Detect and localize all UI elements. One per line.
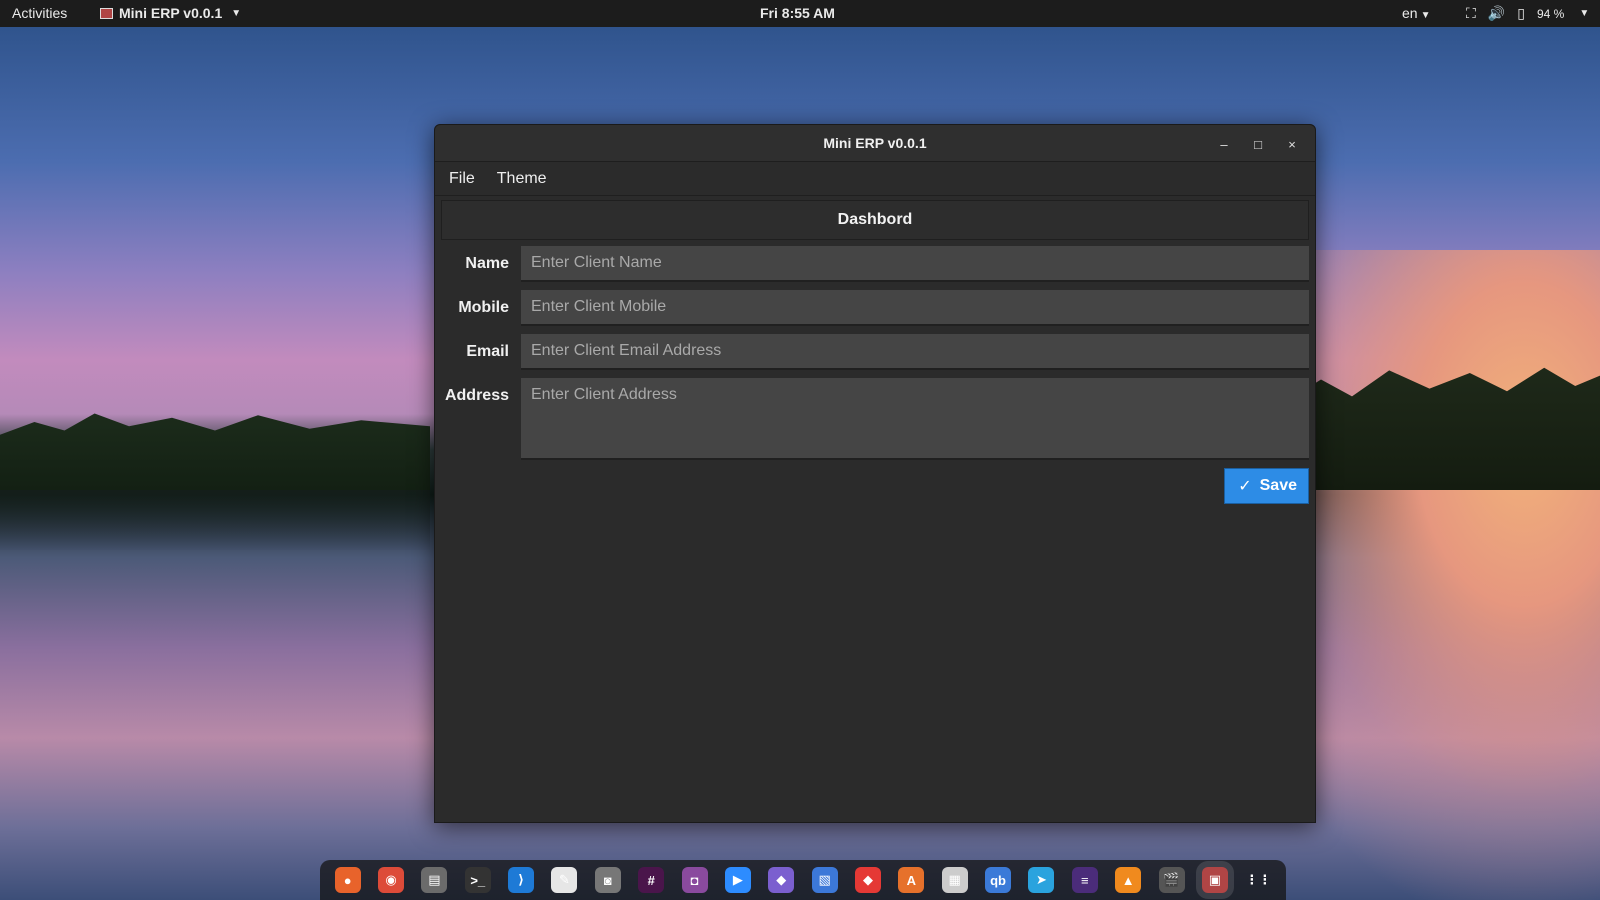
software-store-icon[interactable]: A xyxy=(898,867,925,893)
text-editor-icon[interactable]: ✎ xyxy=(551,867,578,893)
terminal-icon[interactable]: >_ xyxy=(464,867,491,893)
name-row: Name xyxy=(441,246,1309,282)
document-viewer-icon[interactable]: ▧ xyxy=(811,867,838,893)
zoom-icon[interactable]: ▶ xyxy=(724,867,751,893)
email-row: Email xyxy=(441,334,1309,370)
client-form: Name Mobile Email Address ✓ Save xyxy=(441,246,1309,504)
network-icon: ⛶ xyxy=(1466,5,1476,21)
mobile-label: Mobile xyxy=(458,299,509,316)
menu-file[interactable]: File xyxy=(449,170,475,188)
show-apps-icon[interactable]: ⋮⋮ xyxy=(1245,867,1271,893)
vscode-icon[interactable]: ⟩ xyxy=(508,867,535,893)
mini-erp-icon[interactable]: ▣ xyxy=(1195,861,1234,899)
page-title: Dashbord xyxy=(441,200,1309,240)
mini-erp-window: Mini ERP v0.0.1 – □ × File Theme Dashbor… xyxy=(434,124,1316,823)
slack-icon[interactable]: # xyxy=(638,867,665,893)
screenshot-icon[interactable]: ◙ xyxy=(594,867,621,893)
save-button-label: Save xyxy=(1259,477,1297,494)
window-title: Mini ERP v0.0.1 xyxy=(823,135,927,151)
window-titlebar[interactable]: Mini ERP v0.0.1 – □ × xyxy=(435,125,1315,162)
calculator-icon[interactable]: ▦ xyxy=(941,867,968,893)
wallpaper-water xyxy=(0,490,430,550)
chevron-down-icon: ▼ xyxy=(231,7,242,19)
name-label: Name xyxy=(465,255,509,272)
minimize-icon[interactable]: – xyxy=(1211,131,1237,157)
menu-theme[interactable]: Theme xyxy=(497,170,547,188)
gnome-top-bar: Activities Mini ERP v0.0.1 ▼ Fri 8:55 AM… xyxy=(0,0,1600,27)
activities-button[interactable]: Activities xyxy=(12,5,67,21)
dock: ● ◉ ▤ >_ ⟩ ✎ ◙ # ◘ ▶ ◆ ▧ ◆ A ▦ qb ➤ ≡ ▲ 🎬 ▣ ⋮⋮ xyxy=(320,860,1286,900)
system-tray[interactable]: ⛶ 🔊 ▯ 94 % ▼ xyxy=(1466,5,1589,22)
menu-bar: File Theme xyxy=(435,162,1315,196)
kdenlive-icon[interactable]: ≡ xyxy=(1071,867,1098,893)
mini-erp-app-icon xyxy=(100,7,113,19)
email-input[interactable] xyxy=(521,334,1309,370)
mobile-row: Mobile xyxy=(441,290,1309,326)
telegram-icon[interactable]: ➤ xyxy=(1028,867,1055,893)
anydesk-icon[interactable]: ◆ xyxy=(854,867,881,893)
volume-icon: 🔊 xyxy=(1487,5,1506,21)
main-content: Dashbord Name Mobile Email Address ✓ xyxy=(435,196,1315,504)
close-icon[interactable]: × xyxy=(1279,131,1305,157)
video-recorder-icon[interactable]: ◘ xyxy=(681,867,708,893)
chevron-down-icon: ▼ xyxy=(1420,10,1431,21)
firefox-icon[interactable]: ● xyxy=(334,867,361,893)
wallpaper-treeline-left xyxy=(0,413,430,490)
video-editor-icon[interactable]: 🎬 xyxy=(1158,867,1185,893)
battery-icon: ▯ xyxy=(1517,5,1525,21)
app-menu-label: Mini ERP v0.0.1 xyxy=(119,5,223,21)
address-input[interactable] xyxy=(521,378,1309,460)
email-label: Email xyxy=(466,343,509,360)
address-label: Address xyxy=(444,387,509,404)
vlc-icon[interactable]: ▲ xyxy=(1115,867,1142,893)
obsidian-icon[interactable]: ◆ xyxy=(768,867,795,893)
clock[interactable]: Fri 8:55 AM xyxy=(760,5,835,21)
battery-level: 94 % xyxy=(1536,6,1565,21)
language-menu[interactable]: en ▼ xyxy=(1402,5,1430,21)
mobile-input[interactable] xyxy=(521,290,1309,326)
save-button[interactable]: ✓ Save xyxy=(1224,468,1309,504)
maximize-icon[interactable]: □ xyxy=(1245,131,1271,157)
chevron-down-icon: ▼ xyxy=(1579,8,1590,19)
chrome-icon[interactable]: ◉ xyxy=(378,867,405,893)
qbittorrent-icon[interactable]: qb xyxy=(985,867,1012,893)
app-menu[interactable]: Mini ERP v0.0.1 ▼ xyxy=(100,5,241,21)
name-input[interactable] xyxy=(521,246,1309,282)
language-label: en xyxy=(1402,5,1418,21)
checkmark-icon: ✓ xyxy=(1238,478,1252,495)
files-icon[interactable]: ▤ xyxy=(421,867,448,893)
address-row: Address xyxy=(441,378,1309,460)
